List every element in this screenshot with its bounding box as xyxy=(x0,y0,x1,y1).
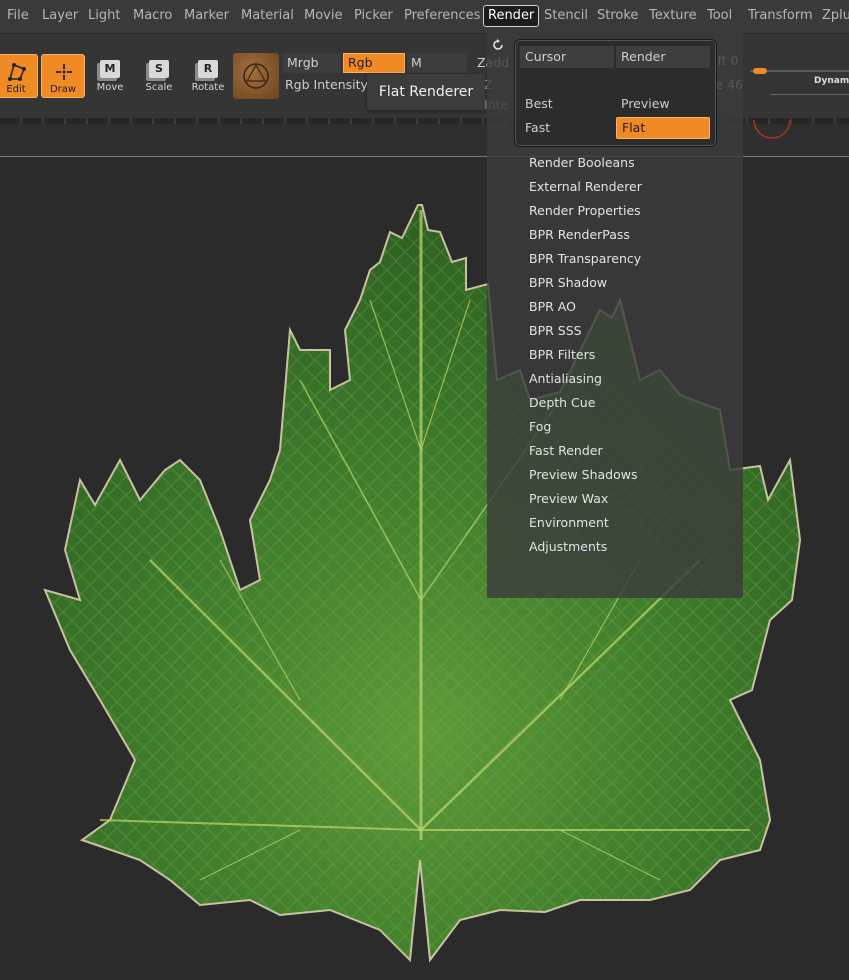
move-button[interactable]: M Move xyxy=(88,58,132,98)
menu-texture[interactable]: Texture xyxy=(645,5,701,27)
scale-button[interactable]: S Scale xyxy=(137,58,181,98)
rotate-button[interactable]: R Rotate xyxy=(186,58,230,98)
menu-stroke[interactable]: Stroke xyxy=(593,5,642,27)
menu-layer[interactable]: Layer xyxy=(38,5,82,27)
render-mode-flat[interactable]: Flat xyxy=(616,117,710,139)
menu-item-bpr-filters[interactable]: BPR Filters xyxy=(529,344,729,366)
refresh-icon[interactable] xyxy=(491,38,505,52)
material-sphere-icon xyxy=(243,63,269,89)
red-circle-icon xyxy=(753,119,791,139)
menu-stencil[interactable]: Stencil xyxy=(540,5,592,27)
menu-item-preview-wax[interactable]: Preview Wax xyxy=(529,488,729,510)
menu-movie[interactable]: Movie xyxy=(300,5,346,27)
mrgb-toggle[interactable]: Mrgb xyxy=(283,53,341,73)
slider-knob[interactable] xyxy=(753,68,767,74)
menu-light[interactable]: Light xyxy=(84,5,124,27)
menu-bar: File Layer Light Macro Marker Material M… xyxy=(0,0,849,34)
render-mode-panel: Cursor Render Best Preview Fast Flat xyxy=(514,39,717,147)
menu-tool[interactable]: Tool xyxy=(703,5,736,27)
menu-item-bpr-ao[interactable]: BPR AO xyxy=(529,296,729,318)
menu-item-bpr-shadow[interactable]: BPR Shadow xyxy=(529,272,729,294)
render-mode-best[interactable]: Best xyxy=(520,93,610,115)
menu-zplugin[interactable]: Zplugin xyxy=(818,5,849,27)
menu-item-bpr-transparency[interactable]: BPR Transparency xyxy=(529,248,729,270)
rgb-toggle[interactable]: Rgb xyxy=(343,53,405,73)
rotate-label: Rotate xyxy=(191,82,225,93)
dynamic-label[interactable]: Dynamic xyxy=(814,76,849,86)
divider xyxy=(770,94,849,95)
render-button[interactable]: Render xyxy=(616,46,710,68)
cursor-button[interactable]: Cursor xyxy=(520,46,614,68)
menu-item-adjustments[interactable]: Adjustments xyxy=(529,536,729,558)
menu-item-render-properties[interactable]: Render Properties xyxy=(529,200,729,222)
menu-item-depth-cue[interactable]: Depth Cue xyxy=(529,392,729,414)
flat-renderer-tooltip: Flat Renderer xyxy=(367,74,485,110)
edit-icon xyxy=(8,63,26,81)
menu-render[interactable]: Render xyxy=(483,5,540,27)
rotate-icon: R xyxy=(198,60,218,78)
menu-item-antialiasing[interactable]: Antialiasing xyxy=(529,368,729,390)
menu-macro[interactable]: Macro xyxy=(129,5,176,27)
menu-item-fog[interactable]: Fog xyxy=(529,416,729,438)
menu-item-external-renderer[interactable]: External Renderer xyxy=(529,176,729,198)
material-swatch[interactable] xyxy=(233,53,279,99)
menu-item-bpr-renderpass[interactable]: BPR RenderPass xyxy=(529,224,729,246)
menu-marker[interactable]: Marker xyxy=(180,5,233,27)
draw-button[interactable]: Draw xyxy=(41,54,85,98)
draw-icon xyxy=(56,64,72,80)
edit-button[interactable]: Edit xyxy=(0,54,38,98)
menu-item-preview-shadows[interactable]: Preview Shadows xyxy=(529,464,729,486)
move-icon: M xyxy=(100,60,120,78)
render-mode-fast[interactable]: Fast xyxy=(520,117,610,139)
move-label: Move xyxy=(96,82,124,93)
menu-item-bpr-sss[interactable]: BPR SSS xyxy=(529,320,729,342)
menu-file[interactable]: File xyxy=(3,5,33,27)
menu-picker[interactable]: Picker xyxy=(350,5,397,27)
menu-item-environment[interactable]: Environment xyxy=(529,512,729,534)
menu-transform[interactable]: Transform xyxy=(744,5,817,27)
render-mode-preview[interactable]: Preview xyxy=(616,93,706,115)
menu-material[interactable]: Material xyxy=(237,5,298,27)
menu-item-fast-render[interactable]: Fast Render xyxy=(529,440,729,462)
render-menu-dropdown: Cursor Render Best Preview Fast Flat Ren… xyxy=(487,30,743,598)
draw-label: Draw xyxy=(49,84,77,95)
m-toggle[interactable]: M xyxy=(407,53,467,73)
menu-preferences[interactable]: Preferences xyxy=(400,5,484,27)
edit-label: Edit xyxy=(6,84,26,95)
scale-label: Scale xyxy=(145,82,173,93)
scale-icon: S xyxy=(149,60,169,78)
menu-item-render-booleans[interactable]: Render Booleans xyxy=(529,152,729,174)
